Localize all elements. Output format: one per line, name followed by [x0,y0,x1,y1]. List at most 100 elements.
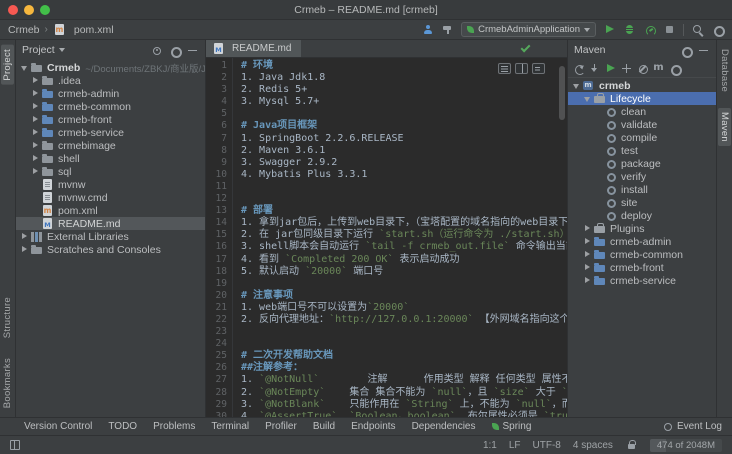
hide-maven-panel-button[interactable] [697,44,710,57]
inspections-ok-icon[interactable] [518,42,531,55]
maven-settings-button[interactable] [668,62,681,75]
tree-item-crmeb-common[interactable]: crmeb-common [16,100,205,113]
expand-arrow-icon[interactable] [583,224,593,234]
code-line[interactable]: 1. 拿到jar包后，上传到web目录下，（宝塔配置的域名指向的web目录下即可… [241,217,567,229]
tree-item-crmeb-admin[interactable]: crmeb-admin [16,87,205,100]
code-line[interactable]: 4. `@AssertTrue` `Boolean，boolean` 布尔属性必… [241,411,567,417]
indent-setting[interactable]: 4 spaces [573,440,613,451]
debug-button[interactable] [623,23,636,36]
expand-arrow-icon[interactable] [31,102,41,112]
code-line[interactable]: 2. `@NotEmpty` 集合 集合不能为 `null`，且 `size` … [241,387,567,399]
expand-arrow-icon[interactable] [583,250,593,260]
tree-item-clean[interactable]: clean [568,105,716,118]
tree-item-crmeb-service[interactable]: crmeb-service [568,274,716,287]
code-line[interactable] [241,108,567,120]
show-preview-only-button[interactable] [532,63,545,74]
tree-item-compile[interactable]: compile [568,131,716,144]
maven-options-button[interactable] [679,44,692,57]
tree-item-scratches-and-consoles[interactable]: Scratches and Consoles [16,243,205,256]
expand-arrow-icon[interactable] [583,94,593,104]
toolwindow-button-spring[interactable]: Spring [484,421,540,432]
tool-button-project[interactable]: Project [1,45,14,85]
code-line[interactable] [241,326,567,338]
settings-button[interactable] [711,23,724,36]
tree-item-test[interactable]: test [568,144,716,157]
maven-run-button[interactable] [604,62,617,75]
expand-arrow-icon[interactable] [31,128,41,138]
stop-button[interactable] [663,23,676,36]
breadcrumb-project[interactable]: Crmeb [8,24,40,36]
tree-item-idea[interactable]: .idea [16,74,205,87]
tree-item-crmeb[interactable]: Crmeb~/Documents/ZBKJ/商业版/Java单商户... [16,61,205,74]
code-line[interactable]: ##注解参考： [241,362,567,374]
toolwindow-button-build[interactable]: Build [305,421,343,432]
tree-item-crmeb-admin[interactable]: crmeb-admin [568,235,716,248]
code-line[interactable]: # 部署 [241,205,567,217]
line-ending[interactable]: LF [509,440,521,451]
tree-item-readme-md[interactable]: README.md [16,217,205,230]
expand-arrow-icon[interactable] [583,276,593,286]
tree-item-pom-xml[interactable]: pom.xml [16,204,205,217]
tree-item-crmeb-front[interactable]: crmeb-front [568,261,716,274]
toolwindow-button-problems[interactable]: Problems [145,421,203,432]
expand-arrow-icon[interactable] [20,245,30,255]
tree-item-crmebimage[interactable]: crmebimage [16,139,205,152]
code-line[interactable] [241,278,567,290]
tree-item-verify[interactable]: verify [568,170,716,183]
tree-item-lifecycle[interactable]: Lifecycle [568,92,716,105]
tree-item-validate[interactable]: validate [568,118,716,131]
code-line[interactable]: 2. 反向代理地址：`http://127.0.0.1:20000` 【外网域名… [241,314,567,326]
code-line[interactable] [241,181,567,193]
show-editor-and-preview-button[interactable] [515,63,528,74]
maven-offline-mode-button[interactable] [636,62,649,75]
toolwindow-button-todo[interactable]: TODO [100,421,145,432]
code-line[interactable] [241,338,567,350]
expand-arrow-icon[interactable] [20,232,30,242]
tree-item-external-libraries[interactable]: External Libraries [16,230,205,243]
caret-position[interactable]: 1:1 [483,440,497,451]
code-line[interactable]: 1. `@NotNull` 注解 作用类型 解释 任何类型 属性不能为 `nul… [241,374,567,386]
code-line[interactable]: # 二次开发帮助文档 [241,350,567,362]
profiler-button[interactable] [643,23,656,36]
maven-reimport-button[interactable] [572,62,585,75]
code-line[interactable]: # Java项目框架 [241,120,567,132]
show-editor-only-button[interactable] [498,63,511,74]
tree-item-mvnw[interactable]: mvnw [16,178,205,191]
tree-item-deploy[interactable]: deploy [568,209,716,222]
expand-arrow-icon[interactable] [31,115,41,125]
editor-scrollbar[interactable] [559,66,565,120]
expand-arrow-icon[interactable] [31,141,41,151]
code-line[interactable] [241,193,567,205]
maven-add-projects-button[interactable] [620,62,633,75]
tool-button-maven[interactable]: Maven [718,108,731,146]
event-log-button[interactable]: Event Log [661,420,722,433]
code-line[interactable]: 3. `@NotBlank` 只能作用在 `String` 上，不能为 `nul… [241,399,567,411]
editor-content[interactable]: # 环境1. Java Jdk1.82. Redis 5+3. Mysql 5.… [233,58,567,417]
code-line[interactable]: 5. 默认启动 `20000` 端口号 [241,266,567,278]
build-project-button[interactable] [441,23,454,36]
code-line[interactable]: 2. 在 jar包同级目录下运行 `start.sh（运行命令为 ./start… [241,229,567,241]
code-line[interactable]: 1. web端口号不可以设置为`20000` [241,302,567,314]
expand-arrow-icon[interactable] [583,263,593,273]
toolwindow-button-profiler[interactable]: Profiler [257,421,305,432]
minimize-window-button[interactable] [24,5,34,15]
tree-item-sql[interactable]: sql [16,165,205,178]
expand-arrow-icon[interactable] [20,63,30,73]
toolwindow-button-terminal[interactable]: Terminal [203,421,257,432]
tool-button-database[interactable]: Database [718,45,731,96]
file-encoding[interactable]: UTF-8 [533,440,561,451]
tab-readme[interactable]: README.md [206,40,301,57]
project-options-button[interactable] [168,44,181,57]
code-line[interactable]: 2. Maven 3.6.1 [241,145,567,157]
search-everywhere-button[interactable] [691,23,704,36]
expand-arrow-icon[interactable] [31,76,41,86]
tree-item-crmeb-common[interactable]: crmeb-common [568,248,716,261]
code-line[interactable]: 3. Swagger 2.9.2 [241,157,567,169]
tool-button-structure[interactable]: Structure [1,293,14,342]
maven-download-sources-button[interactable] [588,62,601,75]
tree-item-install[interactable]: install [568,183,716,196]
toolwindow-button-endpoints[interactable]: Endpoints [343,421,403,432]
code-line[interactable]: 3. Mysql 5.7+ [241,96,567,108]
toolwindow-button-version-control[interactable]: Version Control [16,421,100,432]
expand-arrow-icon[interactable] [31,89,41,99]
